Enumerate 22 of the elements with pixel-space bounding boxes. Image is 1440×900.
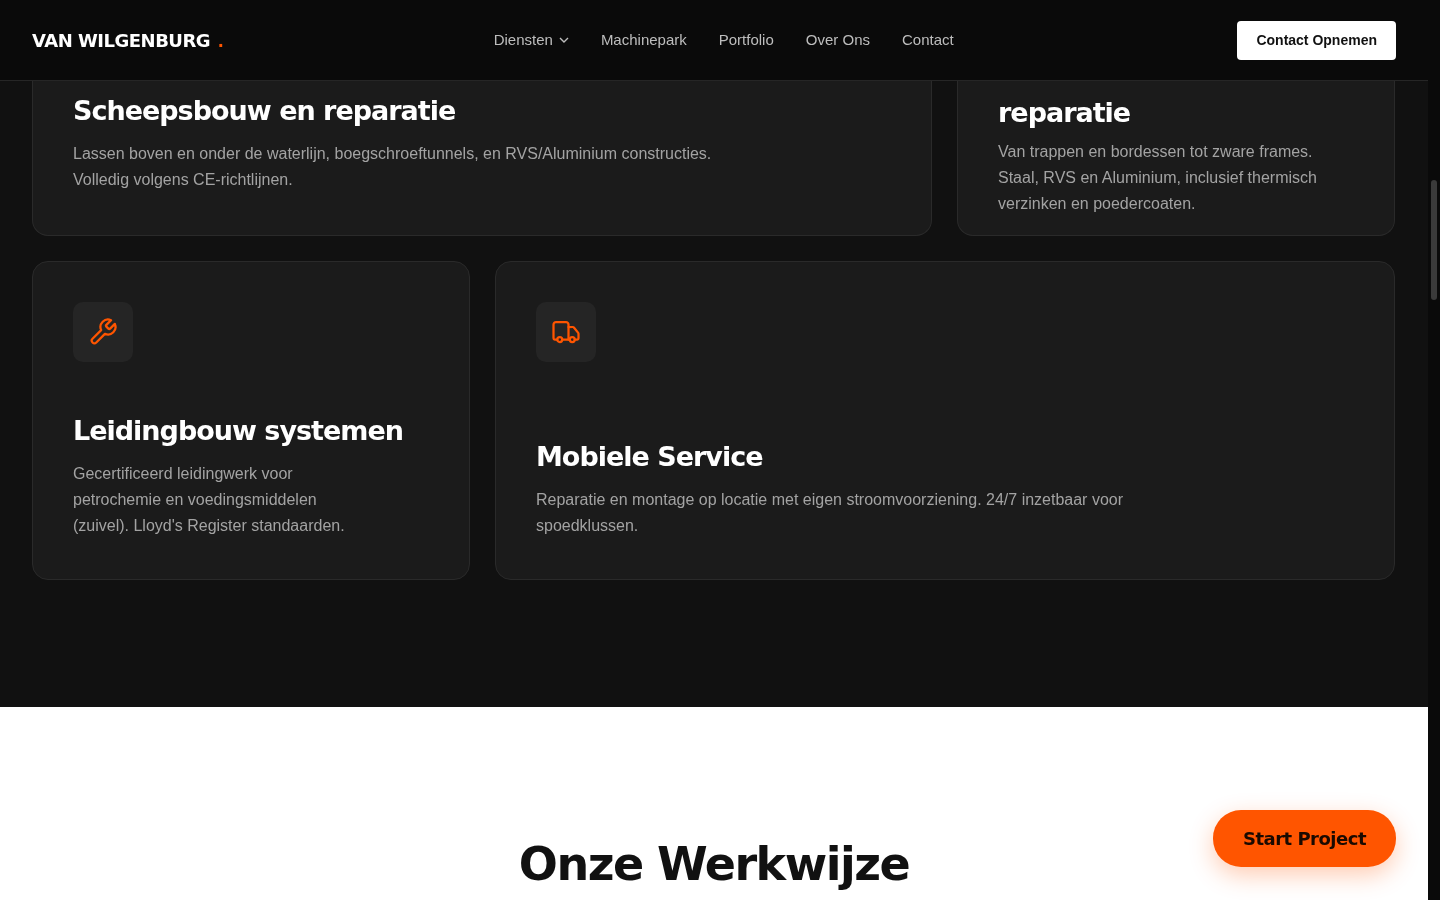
card-description: Reparatie en montage op locatie met eigen stroomvoorziening. 24/7 inzetbaar voor spoedklussen. [536,490,1124,536]
card-description: Lassen boven en onder de waterlijn, boegschroeftunnels, en RVS/Aluminium constructies. Volledig volgens CE-richtlijnen. [73,144,713,190]
section-heading: Onze Werkwijze [518,837,910,893]
chevron-down-icon [558,37,569,43]
card-description: Van trappen en bordessen tot zware frames. Staal, RVS en Aluminium, inclusief thermisch verzinken en poedercoaten. [998,142,1318,214]
scrollbar[interactable] [1428,0,1440,900]
start-project-button[interactable]: Start Project [1212,810,1396,867]
wrench-icon [88,317,118,347]
contact-button[interactable]: Contact Opnemen [1237,20,1396,60]
logo-dot: . [218,28,224,53]
card-title: Leidingbouw systemen [73,414,404,447]
nav-link[interactable]: Diensten [493,28,569,52]
scrollbar-thumb[interactable] [1431,180,1437,300]
card-description: Gecertificeerd leidingwerk voor petrochemie en voedingsmiddelen (zuivel). Lloyd's Register standaarden. [73,464,346,536]
card-title: Scheepsbouw en reparatie [73,94,457,127]
card-title: Mobiele Service [536,440,764,473]
nav-link[interactable]: Contact [902,28,954,52]
card-title: reparatie [998,96,1132,129]
logo-text[interactable]: VAN WILGENBURG [32,27,211,54]
nav-link[interactable]: Machinepark [600,28,687,52]
nav-link[interactable]: Portfolio [718,28,774,52]
nav-link[interactable]: Over Ons [805,28,870,52]
